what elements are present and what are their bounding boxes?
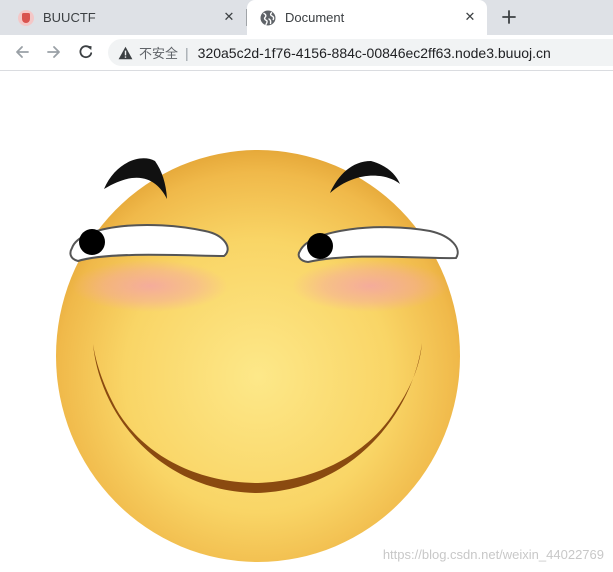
- url-text[interactable]: 320a5c2d-1f76-4156-884c-00846ec2ff63.nod…: [198, 45, 551, 61]
- right-blush: [292, 260, 448, 312]
- reload-icon: [79, 45, 93, 59]
- new-tab-button[interactable]: [498, 6, 520, 28]
- globe-icon: [260, 10, 276, 26]
- left-blush: [72, 260, 228, 312]
- browser-window: BUUCTF ✕ Document ✕ 不安全 | 320a5c2d-1f76-…: [0, 0, 613, 572]
- forward-button[interactable]: [41, 39, 67, 65]
- close-icon[interactable]: ✕: [220, 8, 238, 26]
- plus-icon: [502, 10, 516, 24]
- page-content: https://blog.csdn.net/weixin_44022769: [0, 71, 613, 572]
- left-pupil: [79, 229, 105, 255]
- tab-buuctf[interactable]: BUUCTF ✕: [0, 0, 246, 35]
- toolbar: 不安全 | 320a5c2d-1f76-4156-884c-00846ec2ff…: [0, 35, 613, 71]
- arrow-right-icon: [47, 46, 60, 58]
- tab-title: BUUCTF: [43, 10, 96, 25]
- close-icon[interactable]: ✕: [461, 8, 479, 26]
- arrow-left-icon: [16, 46, 29, 58]
- smiling-face-image: [56, 150, 460, 562]
- tab-document[interactable]: Document ✕: [247, 0, 487, 35]
- back-button[interactable]: [9, 39, 35, 65]
- tab-title: Document: [285, 10, 345, 25]
- buuctf-favicon-icon: [18, 9, 34, 26]
- face-circle: [56, 150, 460, 562]
- watermark-text: https://blog.csdn.net/weixin_44022769: [382, 547, 604, 562]
- reload-button[interactable]: [73, 39, 99, 65]
- tab-strip: BUUCTF ✕ Document ✕: [0, 0, 613, 35]
- security-status[interactable]: 不安全: [139, 43, 178, 62]
- warning-icon[interactable]: [118, 46, 133, 60]
- address-bar[interactable]: 不安全 | 320a5c2d-1f76-4156-884c-00846ec2ff…: [108, 39, 613, 66]
- right-pupil: [307, 233, 333, 259]
- omnibox-divider: |: [185, 44, 189, 61]
